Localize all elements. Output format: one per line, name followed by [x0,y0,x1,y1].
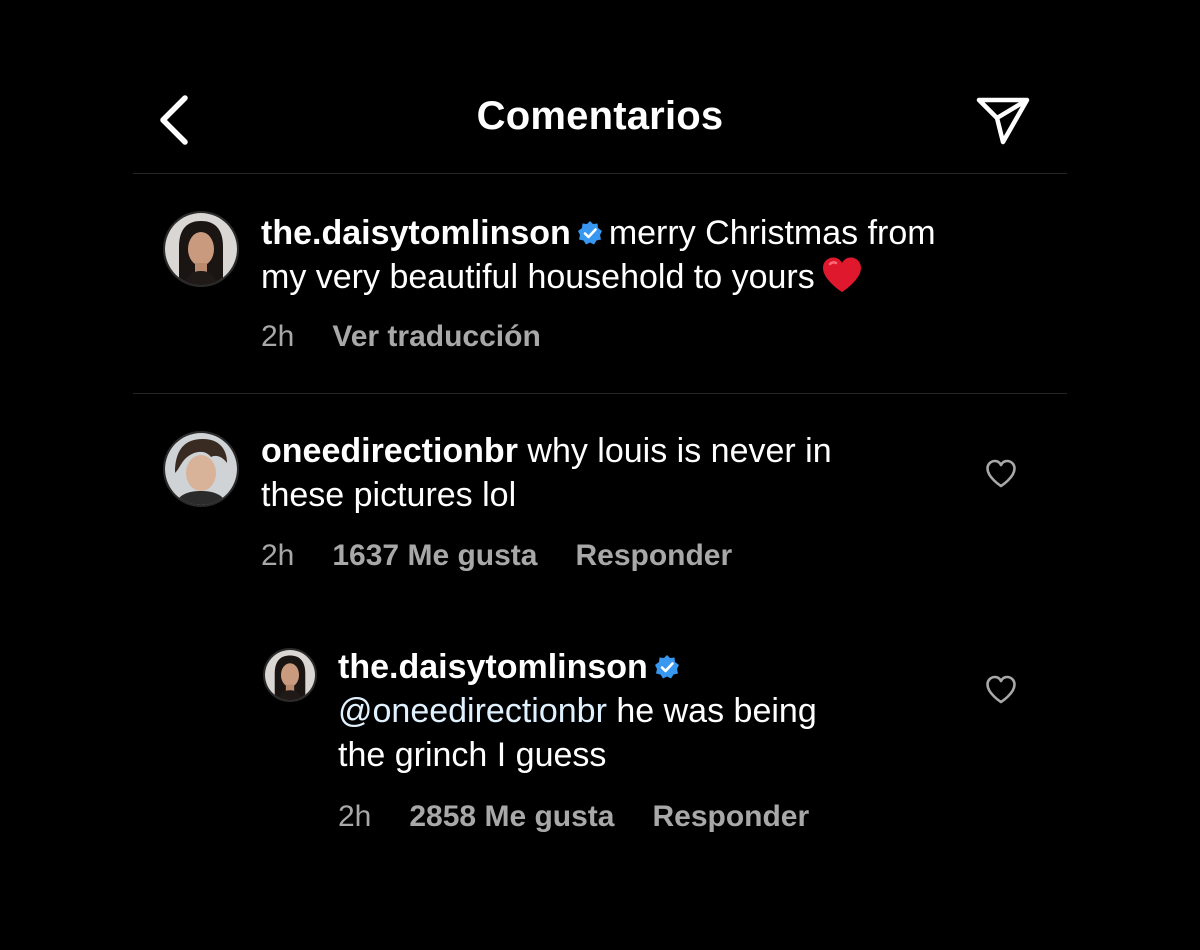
comment-text-line1: why louis is never in [527,432,832,470]
avatar[interactable] [163,431,239,507]
caption-text-line1: merry Christmas from [608,214,936,252]
page-title: Comentarios [476,94,724,138]
comment-meta: 2h 1637 Me gusta Responder [261,539,770,573]
caption-username[interactable]: the.daisytomlinson [261,214,571,252]
avatar[interactable] [163,211,239,287]
reply-button[interactable]: Responder [575,539,732,572]
reply-meta: 2h 2858 Me gusta Responder [338,800,847,834]
avatar[interactable] [263,648,317,702]
reply-text-line2: the grinch I guess [338,736,607,774]
caption-meta: 2h Ver traducción [261,320,579,354]
like-heart-icon[interactable] [985,459,1017,489]
mention-link[interactable]: @oneedirectionbr [338,692,607,730]
divider [133,393,1067,394]
comment-username[interactable]: oneedirectionbr [261,432,518,470]
share-button[interactable] [975,96,1031,146]
verified-badge-icon [577,221,602,245]
reply-text: the.daisytomlinson @oneedirectionbr he w… [338,645,958,777]
likes-count[interactable]: 2858 Me gusta [409,800,614,833]
verified-badge-icon [654,655,679,679]
reply-button[interactable]: Responder [652,800,809,833]
reply-username[interactable]: the.daisytomlinson [338,648,648,686]
reply-text-line1: he was being [616,692,817,730]
caption-timestamp: 2h [261,320,295,353]
like-heart-icon[interactable] [985,675,1017,705]
see-translation-link[interactable]: Ver traducción [332,320,540,353]
caption-text-line2: my very beautiful household to yours [261,258,815,296]
comment-timestamp: 2h [261,539,295,572]
reply-timestamp: 2h [338,800,372,833]
comments-header: Comentarios [133,70,1067,174]
send-icon [976,97,1030,145]
comment-text: oneedirectionbr why louis is never in th… [261,429,961,517]
red-heart-emoji-icon [822,257,861,292]
caption-text: the.daisytomlinson merry Christmas from … [261,211,1061,299]
likes-count[interactable]: 1637 Me gusta [332,539,537,572]
comment-text-line2: these pictures lol [261,476,517,514]
